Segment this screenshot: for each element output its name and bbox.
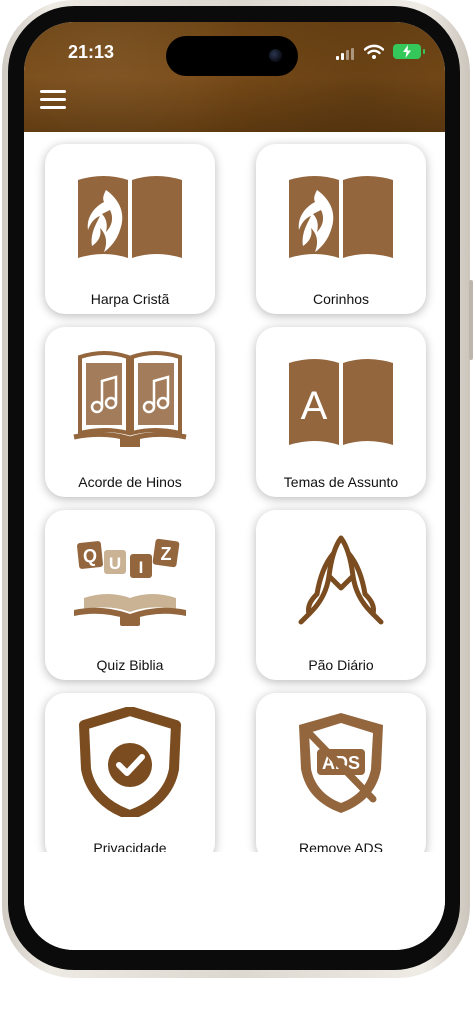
quiz-letter: U xyxy=(109,554,121,573)
acorde-de-hinos-card[interactable]: Acorde de Hinos xyxy=(45,327,215,497)
signal-icon xyxy=(336,48,356,60)
screen: 21:13 Harpa Cristã Corinhos Acorde de Hi… xyxy=(24,22,445,950)
status-time: 21:13 xyxy=(68,42,115,62)
card-label: Privacidade xyxy=(93,840,167,852)
quiz-letter: Q xyxy=(83,546,97,566)
card-label: Pão Diário xyxy=(308,657,374,673)
bottom-blank-area xyxy=(24,852,445,950)
side-button xyxy=(469,280,473,360)
shield-check-icon xyxy=(79,707,181,817)
praying-hands-icon xyxy=(298,535,384,625)
card-label: Corinhos xyxy=(312,291,370,307)
quiz-biblia-card[interactable]: Q U I Z Quiz Biblia xyxy=(45,510,215,680)
card-label: Remove ADS xyxy=(298,840,384,852)
harpa-crista-card[interactable]: Harpa Cristã xyxy=(45,144,215,314)
card-label: Temas de Assunto xyxy=(283,474,399,490)
quiz-letter: I xyxy=(139,558,144,577)
music-book-icon xyxy=(73,351,187,447)
quiz-book-icon: Q U I Z xyxy=(74,538,186,626)
app-header: 21:13 xyxy=(24,22,445,132)
battery-icon xyxy=(393,44,425,59)
alphabet-letter: A xyxy=(301,384,328,428)
dynamic-island xyxy=(166,36,298,76)
alphabet-book-icon: A xyxy=(289,359,393,445)
pao-diario-card[interactable]: Pão Diário xyxy=(256,510,426,680)
remove-ads-card[interactable]: ADS Remove ADS xyxy=(256,693,426,852)
card-label: Quiz Biblia xyxy=(96,657,164,673)
card-label: Harpa Cristã xyxy=(90,291,170,307)
quiz-letter: Z xyxy=(161,544,172,564)
menu-grid: Harpa Cristã Corinhos Acorde de Hinos A … xyxy=(24,132,445,852)
bible-flame-icon xyxy=(289,176,393,258)
wifi-icon xyxy=(364,44,384,59)
corinhos-card[interactable]: Corinhos xyxy=(256,144,426,314)
no-ads-shield-icon: ADS xyxy=(299,713,383,813)
camera-icon xyxy=(269,49,282,62)
bible-flame-icon xyxy=(78,176,182,258)
card-label: Acorde de Hinos xyxy=(78,474,182,490)
phone-mockup: 21:13 Harpa Cristã Corinhos Acorde de Hi… xyxy=(0,0,473,1024)
temas-de-assunto-card[interactable]: A Temas de Assunto xyxy=(256,327,426,497)
menu-button[interactable] xyxy=(40,90,66,110)
privacidade-card[interactable]: Privacidade xyxy=(45,693,215,852)
